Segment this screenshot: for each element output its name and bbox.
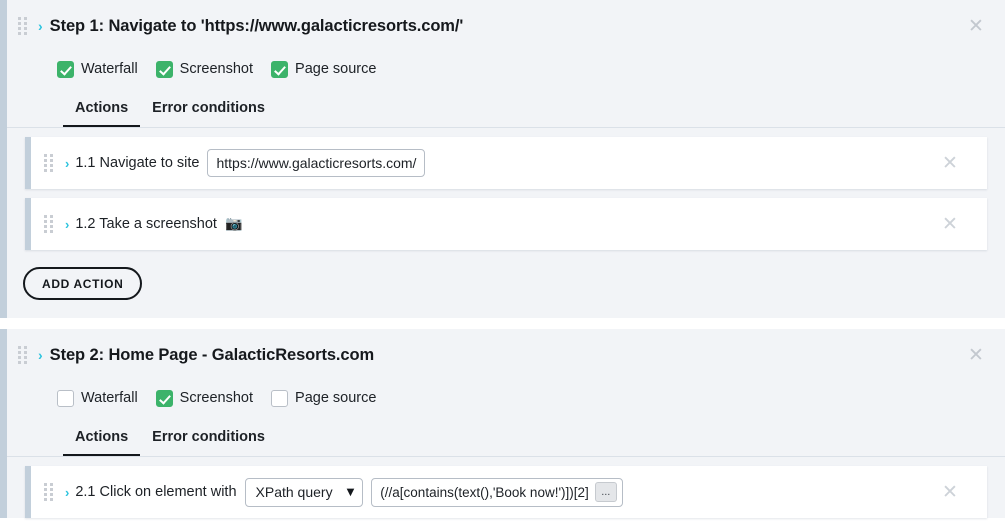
checkbox-screenshot-label: Screenshot: [179, 390, 254, 406]
chevron-right-icon[interactable]: ›: [65, 485, 69, 500]
checkbox-waterfall[interactable]: Waterfall: [57, 389, 138, 407]
xpath-expand-button[interactable]: ...: [594, 482, 617, 502]
chevron-right-icon[interactable]: ›: [65, 156, 69, 171]
close-icon[interactable]: ✕: [939, 213, 961, 235]
step-1-title: Step 1: Navigate to 'https://www.galacti…: [49, 16, 464, 35]
checkbox-waterfall-label: Waterfall: [81, 390, 138, 406]
step-2-actions: › 2.1 Click on element with XPath query …: [7, 457, 1005, 518]
selector-type-select[interactable]: XPath query ▼: [244, 477, 364, 507]
checkbox-page-source[interactable]: Page source: [271, 60, 377, 78]
action-2-1-label: 2.1 Click on element with: [75, 484, 237, 500]
action-row-1-2[interactable]: › 1.2 Take a screenshot 📷 ✕: [25, 198, 987, 250]
action-1-1-label: 1.1 Navigate to site: [75, 155, 200, 171]
checkbox-page-source-label: Page source: [295, 390, 377, 406]
checkbox-page-source-box[interactable]: [271, 60, 289, 78]
chevron-right-icon[interactable]: ›: [65, 217, 69, 232]
close-icon[interactable]: ✕: [939, 481, 961, 503]
step-card-1: › Step 1: Navigate to 'https://www.galac…: [0, 0, 1005, 318]
tab-actions[interactable]: Actions: [63, 100, 141, 128]
drag-handle-icon[interactable]: [15, 345, 29, 365]
step-2-header[interactable]: › Step 2: Home Page - GalacticResorts.co…: [7, 329, 1005, 381]
checkbox-waterfall-box[interactable]: [57, 389, 74, 407]
tabs-divider: [7, 456, 1005, 457]
drag-handle-icon[interactable]: [41, 153, 55, 173]
tab-error-conditions[interactable]: Error conditions: [140, 100, 277, 128]
checkbox-waterfall-label: Waterfall: [81, 61, 138, 77]
close-icon[interactable]: ✕: [965, 344, 987, 366]
chevron-right-icon[interactable]: ›: [38, 348, 43, 362]
action-1-2-label: 1.2 Take a screenshot: [75, 216, 217, 232]
tab-actions[interactable]: Actions: [63, 429, 141, 457]
step-2-tabs: Actions Error conditions: [7, 415, 1005, 457]
camera-icon: 📷: [224, 216, 243, 232]
action-row-2-1[interactable]: › 2.1 Click on element with XPath query …: [25, 466, 987, 518]
add-action-button[interactable]: ADD ACTION: [23, 267, 143, 300]
checkbox-screenshot[interactable]: Screenshot: [155, 60, 254, 78]
add-action-container: ADD ACTION: [7, 259, 1005, 318]
checkbox-waterfall[interactable]: Waterfall: [57, 60, 138, 78]
step-divider: [0, 318, 1005, 329]
checkbox-screenshot[interactable]: Screenshot: [155, 389, 254, 407]
tab-error-conditions[interactable]: Error conditions: [140, 429, 277, 457]
step-1-header[interactable]: › Step 1: Navigate to 'https://www.galac…: [7, 0, 1005, 52]
step-card-2: › Step 2: Home Page - GalacticResorts.co…: [0, 329, 1005, 518]
step-1-capture-options: Waterfall Screenshot Page source: [7, 52, 1005, 86]
xpath-query-value: (//a[contains(text(),'Book now!')])[2]: [380, 484, 589, 500]
checkbox-screenshot-label: Screenshot: [179, 61, 254, 77]
checkbox-page-source[interactable]: Page source: [271, 389, 377, 407]
chevron-right-icon[interactable]: ›: [38, 19, 43, 33]
xpath-query-input[interactable]: (//a[contains(text(),'Book now!')])[2] .…: [371, 477, 623, 507]
step-2-capture-options: Waterfall Screenshot Page source: [7, 381, 1005, 415]
tabs-divider: [7, 127, 1005, 128]
selector-type-value: XPath query: [255, 484, 333, 500]
workflow-editor: › Step 1: Navigate to 'https://www.galac…: [0, 0, 1005, 525]
checkbox-screenshot-box[interactable]: [155, 389, 173, 407]
action-row-1-1[interactable]: › 1.1 Navigate to site https://www.galac…: [25, 137, 987, 189]
close-icon[interactable]: ✕: [939, 152, 961, 174]
step-2-title: Step 2: Home Page - GalacticResorts.com: [49, 345, 375, 364]
drag-handle-icon[interactable]: [41, 482, 55, 502]
step-1-tabs: Actions Error conditions: [7, 86, 1005, 128]
navigate-url-input[interactable]: https://www.galacticresorts.com/: [207, 149, 426, 177]
checkbox-page-source-label: Page source: [295, 61, 377, 77]
drag-handle-icon[interactable]: [15, 16, 29, 36]
step-1-actions: › 1.1 Navigate to site https://www.galac…: [7, 128, 1005, 318]
checkbox-page-source-box[interactable]: [271, 389, 289, 407]
close-icon[interactable]: ✕: [965, 15, 987, 37]
checkbox-screenshot-box[interactable]: [155, 60, 173, 78]
checkbox-waterfall-box[interactable]: [57, 60, 74, 78]
drag-handle-icon[interactable]: [41, 214, 55, 234]
chevron-down-icon: ▼: [346, 486, 355, 498]
